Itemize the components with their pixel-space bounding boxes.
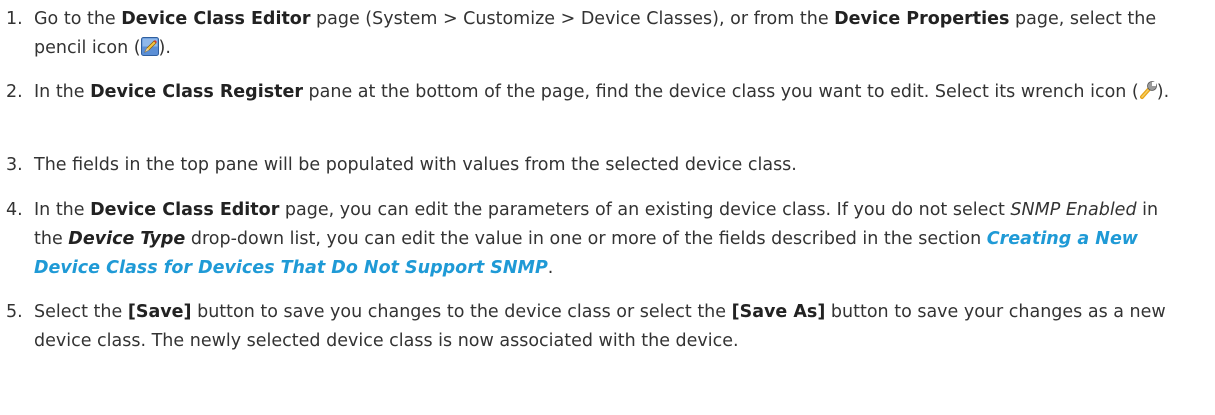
ui-term: Device Properties — [834, 9, 1010, 29]
step-number: 3. — [6, 155, 23, 175]
step-number: 2. — [6, 82, 23, 102]
step-4: 4. In the Device Class Editor page, you … — [0, 196, 1190, 283]
step-5: 5. Select the [Save] button to save you … — [0, 298, 1190, 356]
wrench-icon — [1139, 81, 1157, 100]
ui-term: [Save As] — [731, 302, 826, 322]
step-text: In the Device Class Register pane at the… — [34, 81, 1170, 102]
step-text: Go to the Device Class Editor page (Syst… — [34, 9, 1157, 58]
step-number: 4. — [6, 200, 23, 220]
ui-term: Device Class Editor — [121, 9, 311, 29]
option-term: SNMP Enabled — [1010, 200, 1137, 220]
ui-term: [Save] — [127, 302, 192, 322]
step-text: Select the [Save] button to save you cha… — [34, 302, 1166, 351]
ui-term: Device Class Editor — [90, 200, 280, 220]
procedure-steps: 1. Go to the Device Class Editor page (S… — [0, 0, 1215, 415]
ui-term: Device Class Register — [90, 82, 303, 102]
step-text: The fields in the top pane will be popul… — [34, 155, 797, 175]
step-number: 1. — [6, 9, 23, 29]
step-2: 2. In the Device Class Register pane at … — [0, 78, 1190, 107]
step-text: In the Device Class Editor page, you can… — [34, 200, 1159, 278]
pencil-icon — [140, 37, 159, 56]
step-1: 1. Go to the Device Class Editor page (S… — [0, 5, 1190, 63]
step-number: 5. — [6, 302, 23, 322]
field-term: Device Type — [68, 229, 186, 249]
step-3: 3. The fields in the top pane will be po… — [0, 151, 1190, 180]
